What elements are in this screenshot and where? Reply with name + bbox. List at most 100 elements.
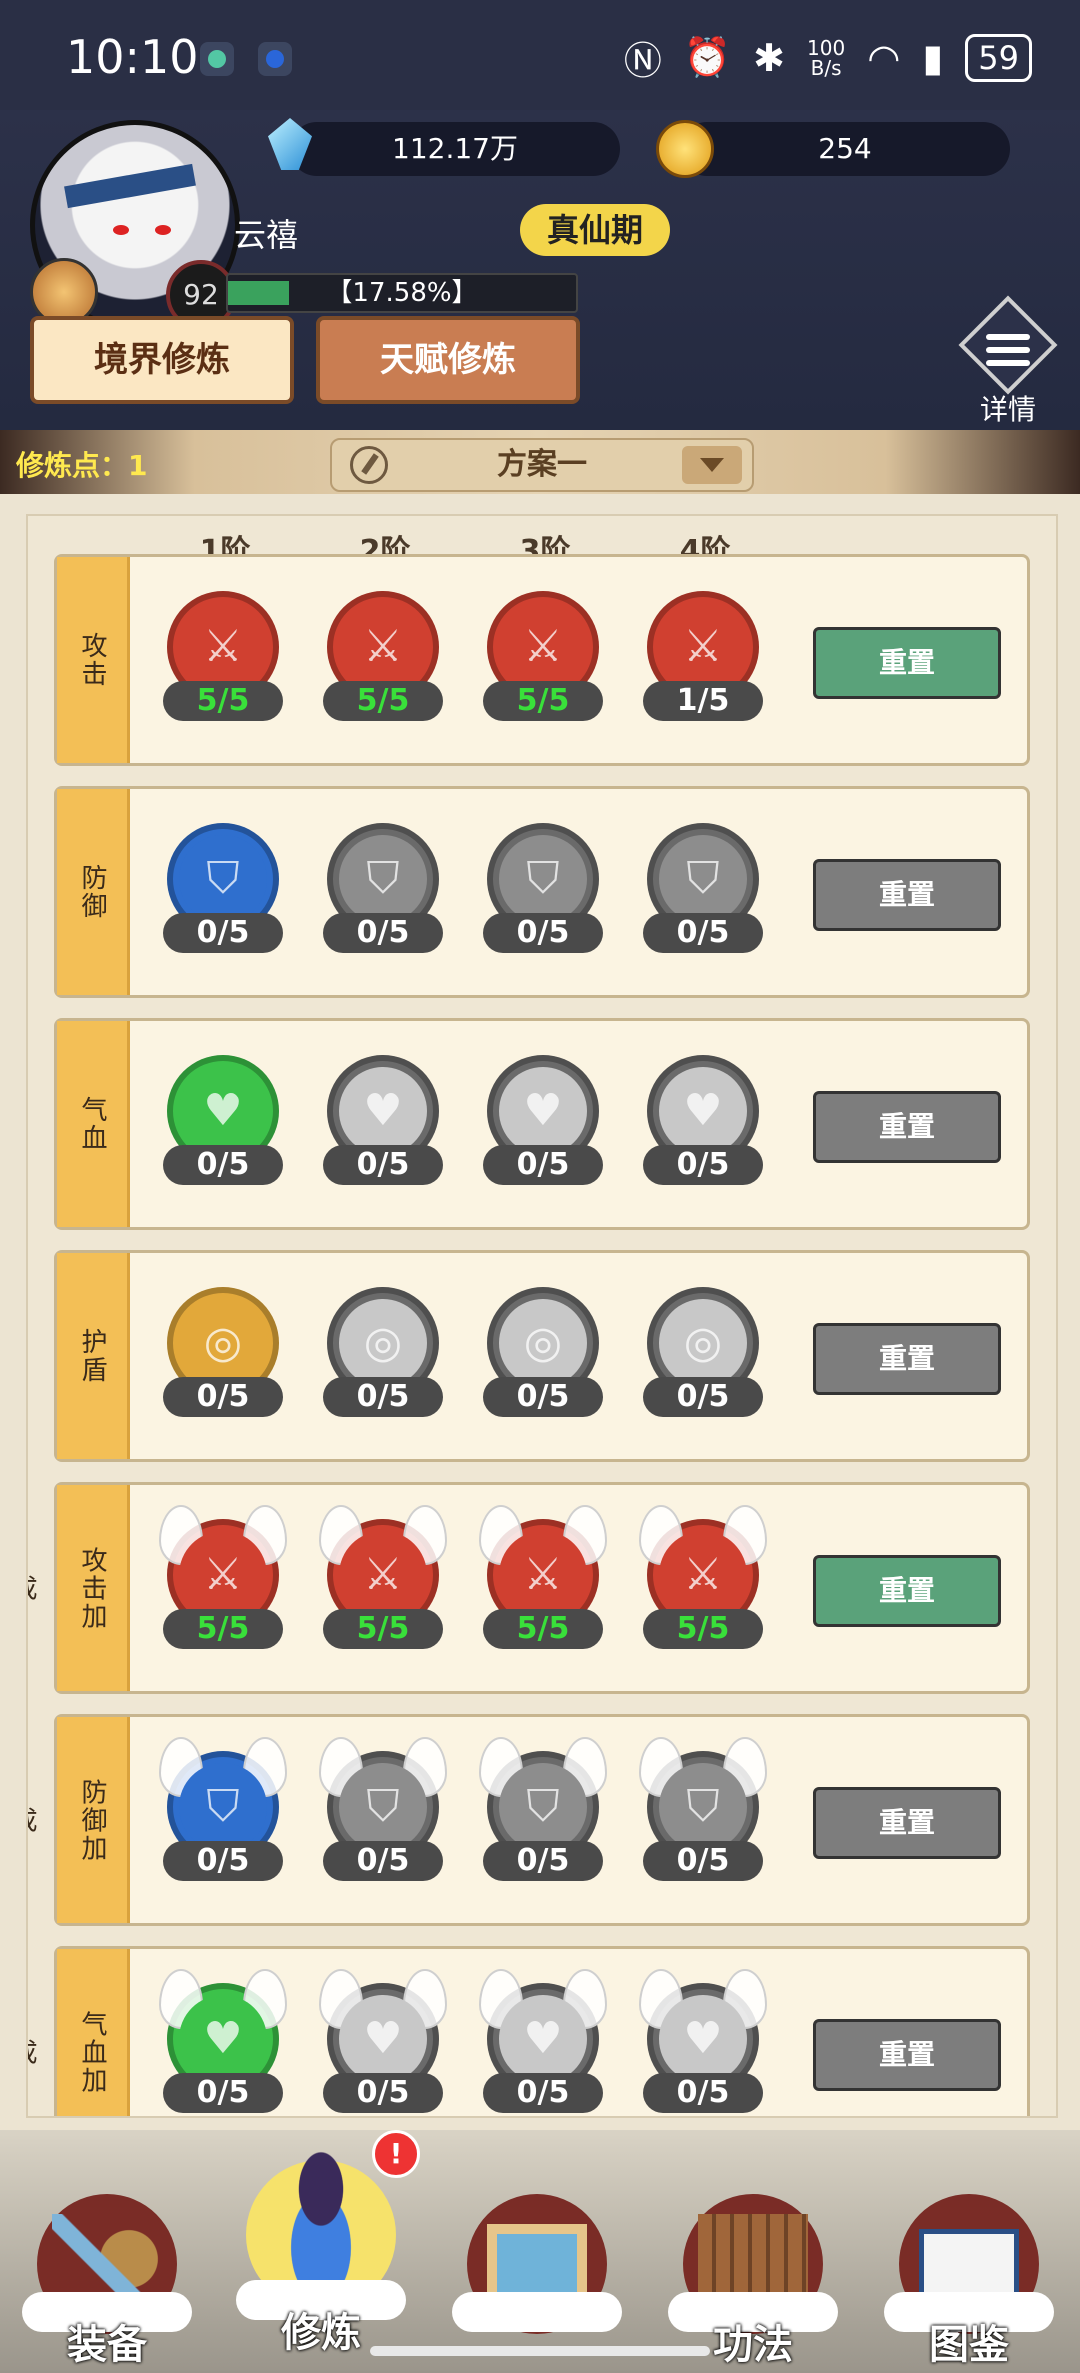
signal-icon: ▮	[922, 35, 944, 80]
node-face: ♥	[659, 1995, 747, 2083]
talent-node[interactable]: ⚔ 5/5	[163, 591, 283, 721]
talent-node[interactable]: ♥ 0/5	[163, 1055, 283, 1185]
node-face: ♥	[499, 1067, 587, 1155]
chevron-down-icon[interactable]	[682, 446, 742, 484]
talent-node[interactable]: ♥ 0/5	[479, 1969, 607, 2113]
detail-button[interactable]: 详情	[958, 295, 1058, 428]
exp-progress-text: 【17.58%】	[326, 278, 478, 308]
talent-node[interactable]: ◎ 0/5	[163, 1287, 283, 1417]
defense-icon: ⛉	[526, 1781, 560, 1832]
hp-icon: ♥	[363, 2013, 403, 2064]
exp-progress-bar: 【17.58%】	[226, 273, 578, 313]
defense-icon: ⛉	[206, 853, 240, 904]
plan-dropdown[interactable]: 方案一	[330, 438, 754, 492]
talent-node[interactable]: ⛉ 0/5	[643, 823, 763, 953]
talent-node[interactable]: ⛉ 0/5	[163, 823, 283, 953]
gold-counter[interactable]: 254	[680, 122, 1010, 176]
node-face: ♥	[179, 1067, 267, 1155]
talent-node[interactable]: ⚔ 5/5	[483, 591, 603, 721]
talent-node[interactable]: ⛉ 0/5	[639, 1737, 767, 1881]
cultivator-character-icon	[266, 2150, 376, 2280]
hp-icon: ♥	[203, 1085, 243, 1136]
node-face: ◎	[499, 1299, 587, 1387]
node-level-count: 0/5	[643, 1841, 763, 1881]
reset-button[interactable]: 重置	[813, 627, 1001, 699]
node-level-count: 0/5	[643, 1377, 763, 1417]
talent-node[interactable]: ⚔ 5/5	[159, 1505, 287, 1649]
talent-node[interactable]: ♥ 0/5	[319, 1969, 447, 2113]
talent-node[interactable]: ⚔ 1/5	[643, 591, 763, 721]
gold-amount: 254	[818, 132, 872, 165]
attack-icon: ⚔	[523, 1549, 563, 1600]
node-level-count: 5/5	[483, 681, 603, 721]
cultivation-row: 防御 ⛉ 0/5 ⛉ 0/5 ⛉ 0/5 ⛉ 0/5 重置	[54, 786, 1030, 998]
network-speed: 100 B/s	[807, 35, 846, 80]
node-face: ⚔	[339, 1531, 427, 1619]
talent-node[interactable]: ♥ 0/5	[643, 1055, 763, 1185]
tab-talent-cultivation[interactable]: 天赋修炼	[316, 316, 580, 404]
nav-skills[interactable]: 功法	[668, 2184, 838, 2368]
cultivation-row: 攻击 ⚔ 5/5 ⚔ 5/5 ⚔ 5/5 ⚔ 1/5 重置	[54, 554, 1030, 766]
talent-node[interactable]: ◎ 0/5	[323, 1287, 443, 1417]
node-level-count: 0/5	[483, 1841, 603, 1881]
nav-map[interactable]	[452, 2184, 622, 2354]
nav-equip[interactable]: 装备	[22, 2184, 192, 2368]
gold-coin-icon	[656, 120, 714, 178]
shield-icon: ◎	[363, 1317, 403, 1368]
talent-node[interactable]: ⛉ 0/5	[319, 1737, 447, 1881]
reset-button[interactable]: 重置	[813, 1323, 1001, 1395]
node-level-count: 0/5	[163, 1377, 283, 1417]
talent-node[interactable]: ⛉ 0/5	[323, 823, 443, 953]
talent-node[interactable]: ⚔ 5/5	[323, 591, 443, 721]
talent-node[interactable]: ⛉ 0/5	[159, 1737, 287, 1881]
wifi-icon: ◠	[867, 35, 901, 80]
node-face: ♥	[339, 1067, 427, 1155]
reset-button[interactable]: 重置	[813, 2019, 1001, 2091]
node-face: ⚔	[179, 603, 267, 691]
node-level-count: 0/5	[163, 913, 283, 953]
node-face: ◎	[659, 1299, 747, 1387]
spirit-stone-amount: 112.17万	[392, 132, 518, 165]
talent-node[interactable]: ♥ 0/5	[323, 1055, 443, 1185]
talent-node[interactable]: ⚔ 5/5	[479, 1505, 607, 1649]
node-level-count: 0/5	[163, 1841, 283, 1881]
home-indicator[interactable]	[370, 2346, 710, 2356]
reset-button[interactable]: 重置	[813, 1787, 1001, 1859]
node-face: ⚔	[659, 603, 747, 691]
node-level-count: 0/5	[483, 1377, 603, 1417]
row-label: 防御	[77, 864, 107, 920]
spirit-stone-counter[interactable]: 112.17万	[290, 122, 620, 176]
talent-node[interactable]: ♥ 0/5	[159, 1969, 287, 2113]
talent-node[interactable]: ⚔ 5/5	[639, 1505, 767, 1649]
node-face: ⛉	[339, 1763, 427, 1851]
node-level-count: 0/5	[643, 913, 763, 953]
reset-button[interactable]: 重置	[813, 1555, 1001, 1627]
tab-realm-cultivation[interactable]: 境界修炼	[30, 316, 294, 404]
talent-node[interactable]: ♥ 0/5	[639, 1969, 767, 2113]
avatar-eye	[113, 225, 129, 235]
talent-node[interactable]: ♥ 0/5	[483, 1055, 603, 1185]
talent-node[interactable]: ⚔ 5/5	[319, 1505, 447, 1649]
battery-indicator: 59	[965, 33, 1032, 82]
node-level-count: 5/5	[323, 1609, 443, 1649]
app-notification-icon	[200, 42, 234, 76]
talent-node[interactable]: ⛉ 0/5	[479, 1737, 607, 1881]
attack-icon: ⚔	[203, 621, 243, 672]
row-label: 气血	[77, 1096, 107, 1152]
node-face: ⛉	[659, 835, 747, 923]
talent-node[interactable]: ◎ 0/5	[643, 1287, 763, 1417]
node-level-count: 5/5	[483, 1609, 603, 1649]
talent-node[interactable]: ◎ 0/5	[483, 1287, 603, 1417]
reset-button[interactable]: 重置	[813, 859, 1001, 931]
cultivation-row: 防御加成 ⛉ 0/5 ⛉ 0/5 ⛉ 0/5 ⛉ 0/5 重置	[28, 1714, 1030, 1926]
row-label: 攻击加成	[28, 1546, 107, 1630]
hp-icon: ♥	[523, 1085, 563, 1136]
node-level-count: 0/5	[163, 2073, 283, 2113]
row-label: 气血加成	[28, 2010, 107, 2094]
node-face: ♥	[659, 1067, 747, 1155]
nav-atlas[interactable]: 图鉴	[884, 2184, 1054, 2368]
bottom-navigation: 装备 修炼 功法 图鉴	[0, 2130, 1080, 2373]
reset-button[interactable]: 重置	[813, 1091, 1001, 1163]
talent-node[interactable]: ⛉ 0/5	[483, 823, 603, 953]
realm-badge: 真仙期	[520, 204, 670, 256]
